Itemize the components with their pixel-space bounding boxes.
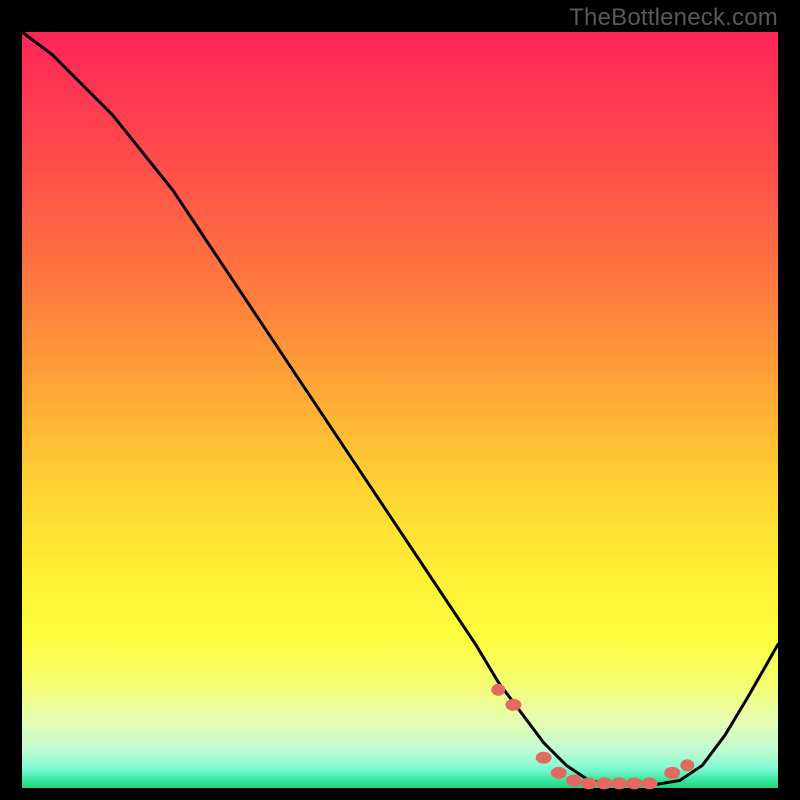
marker-bead: [536, 752, 552, 764]
marker-bead: [491, 684, 505, 696]
marker-bead: [680, 759, 694, 771]
marker-bead: [626, 777, 642, 789]
marker-bead: [642, 777, 658, 789]
marker-bead: [581, 777, 597, 789]
marker-bead: [611, 777, 627, 789]
marker-bead: [566, 774, 582, 786]
optimum-markers: [491, 684, 694, 790]
watermark-text: TheBottleneck.com: [569, 4, 778, 32]
marker-bead: [551, 767, 567, 779]
chart-area: [20, 30, 780, 790]
marker-bead: [664, 767, 680, 779]
marker-bead: [596, 777, 612, 789]
marker-bead: [505, 699, 521, 711]
bottleneck-curve: [22, 32, 778, 788]
curve-line: [22, 32, 778, 784]
